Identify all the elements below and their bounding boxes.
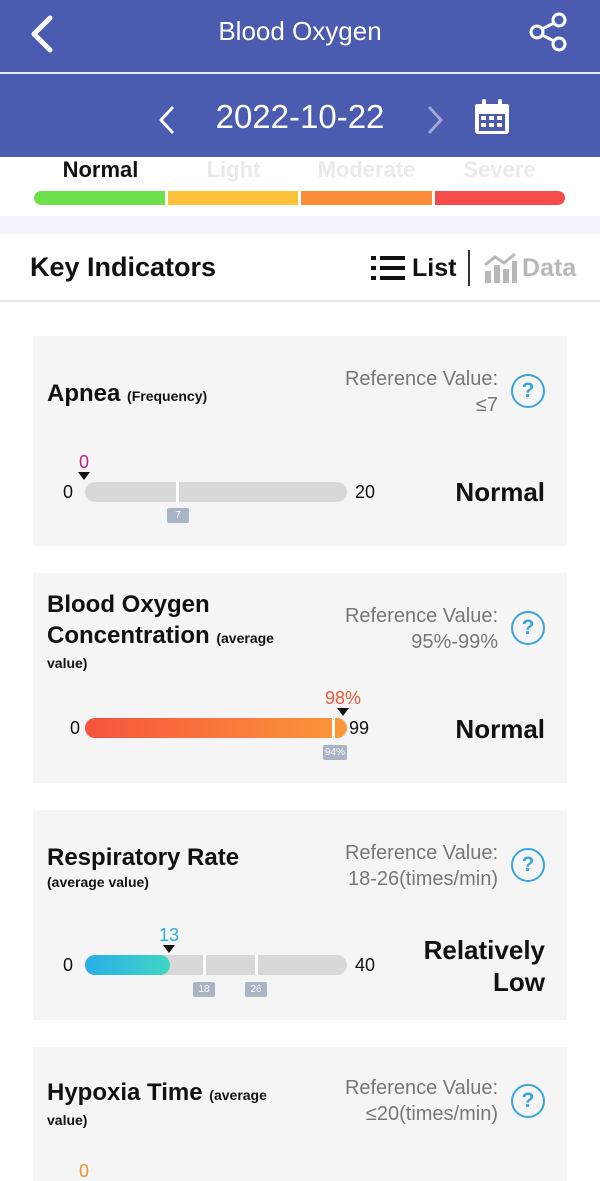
reference-tick: [176, 482, 179, 502]
help-icon[interactable]: ?: [511, 611, 545, 645]
axis-min-label: 0: [70, 718, 81, 738]
reference-range: 18-26(times/min): [347, 868, 498, 890]
reference-tag-high: 26: [245, 982, 267, 997]
card-title-text: Hypoxia Time: [47, 1079, 203, 1106]
card-subtitle-b: value): [47, 655, 88, 671]
current-value: 0: [78, 1161, 89, 1181]
reference-value: Reference Value: 18-26(times/min): [345, 840, 498, 892]
reference-value: Reference Value: 95%-99%: [345, 603, 498, 655]
reference-tick: [332, 718, 335, 738]
next-date-button[interactable]: [418, 98, 454, 142]
calendar-button[interactable]: [470, 96, 514, 140]
axis-min-label: 0: [63, 955, 74, 975]
axis-max-label: 20: [355, 482, 376, 502]
current-value-marker: [163, 945, 175, 953]
card-title-line-2: Concentration: [47, 622, 210, 649]
key-indicators-title: Key Indicators: [30, 252, 217, 282]
share-icon: [529, 12, 567, 52]
status-label: Normal: [455, 477, 545, 507]
reference-tag-low: 18: [193, 982, 215, 997]
range-track: [85, 718, 347, 738]
reference-range: ≤7: [475, 394, 498, 416]
card-title: Apnea (Frequency): [47, 378, 207, 412]
severity-legend: Normal Light Moderate Severe: [0, 157, 600, 216]
list-icon: [371, 256, 405, 280]
axis-max-label: 40: [355, 955, 376, 975]
severity-segment-moderate: [301, 191, 432, 205]
range-track: [85, 955, 347, 975]
indicator-card-apnea: Apnea (Frequency) Reference Value: ≤7 ? …: [33, 336, 567, 546]
page-title: Blood Oxygen: [218, 16, 382, 46]
card-subtitle-a: (average: [216, 630, 274, 646]
help-icon[interactable]: ?: [511, 848, 545, 882]
chevron-right-icon: [428, 106, 443, 134]
reference-tick-low: [203, 955, 206, 975]
reference-value: Reference Value: ≤20(times/min): [345, 1075, 498, 1127]
reference-range: ≤20(times/min): [365, 1103, 498, 1125]
status-label: Normal: [455, 714, 545, 744]
card-title: Blood Oxygen Concentration (average valu…: [47, 589, 317, 672]
header-divider: [0, 72, 600, 74]
severity-segment-light: [167, 191, 298, 205]
axis-max-label: 99: [349, 718, 370, 738]
range-fill: [85, 955, 170, 975]
severity-segment-severe: [434, 191, 565, 205]
app-header: Blood Oxygen 2022-10-22: [0, 0, 600, 157]
card-subtitle: (Frequency): [127, 388, 208, 404]
status-label-line-2: Low: [493, 967, 545, 997]
indicator-card-hypoxia-time: Hypoxia Time (average value) Reference V…: [33, 1047, 567, 1181]
help-icon[interactable]: ?: [511, 374, 545, 408]
current-value: 98%: [324, 688, 362, 708]
card-subtitle-b: value): [47, 1112, 88, 1128]
range-fill: [85, 718, 347, 738]
card-title: Hypoxia Time (average value): [47, 1077, 317, 1129]
share-button[interactable]: [520, 8, 574, 58]
calendar-icon: [475, 99, 509, 134]
severity-label-severe: Severe: [463, 157, 536, 182]
reference-label: Reference Value:: [344, 1077, 498, 1099]
data-view-label: Data: [522, 253, 577, 282]
reference-label: Reference Value:: [344, 842, 498, 864]
chevron-left-icon: [159, 106, 174, 134]
range-track: [85, 482, 347, 502]
severity-bar: [34, 191, 565, 205]
status-label-line-1: Relatively: [423, 935, 545, 965]
reference-tag: 94%: [323, 745, 347, 760]
severity-segment-normal: [34, 191, 165, 205]
indicator-card-blood-oxygen-concentration: Blood Oxygen Concentration (average valu…: [33, 573, 567, 783]
reference-value: Reference Value: ≤7: [345, 366, 498, 418]
indicator-card-respiratory-rate: Respiratory Rate (average value) Referen…: [33, 810, 567, 1020]
card-subtitle: (average value): [47, 874, 149, 890]
help-icon[interactable]: ?: [511, 1084, 545, 1118]
reference-range: 95%-99%: [411, 631, 498, 653]
reference-tick-high: [255, 955, 258, 975]
card-title-line-1: Blood Oxygen: [47, 591, 210, 618]
card-title: Respiratory Rate (average value): [47, 842, 239, 891]
list-view-label: List: [412, 253, 457, 282]
data-view-button[interactable]: Data: [482, 248, 576, 288]
current-value-marker: [337, 708, 349, 716]
severity-label-light: Light: [206, 157, 261, 182]
reference-tag: 7: [167, 508, 189, 523]
reference-label: Reference Value:: [344, 368, 498, 390]
card-title-text: Respiratory Rate: [47, 844, 240, 871]
current-date: 2022-10-22: [215, 98, 385, 135]
reference-label: Reference Value:: [344, 605, 498, 627]
current-value: 0: [78, 452, 89, 472]
severity-label-normal: Normal: [62, 157, 139, 182]
axis-min-label: 0: [63, 482, 74, 502]
previous-date-button[interactable]: [148, 98, 184, 142]
chart-icon: [484, 252, 517, 283]
severity-label-moderate: Moderate: [317, 157, 416, 182]
status-label: Relatively Low: [424, 934, 545, 998]
card-title-text: Apnea: [47, 380, 121, 407]
current-value: 13: [158, 925, 180, 945]
card-subtitle-a: (average: [209, 1087, 267, 1103]
view-toggle-divider: [468, 250, 470, 286]
key-indicators-header: Key Indicators List Data: [0, 234, 600, 302]
list-view-button[interactable]: List: [370, 248, 456, 288]
current-value-marker: [78, 472, 90, 480]
